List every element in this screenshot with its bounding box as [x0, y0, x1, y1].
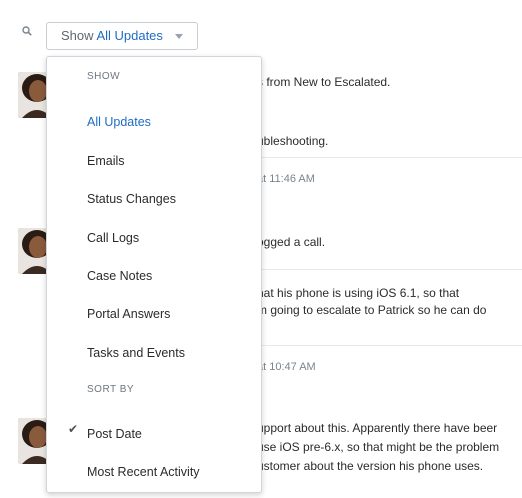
- feed-text: ustomer about the version his phone uses…: [257, 459, 484, 473]
- feed-text: ogged a call.: [257, 235, 326, 249]
- menu-section-header-show: SHOW: [87, 71, 121, 82]
- feed-timestamp: at 11:46 AM: [257, 173, 315, 185]
- search-icon[interactable]: [22, 26, 32, 36]
- show-filter-dropdown-menu: SHOW All Updates Emails Status Changes C…: [46, 56, 262, 493]
- chevron-down-icon: [175, 34, 183, 39]
- filter-prefix: Show: [61, 28, 94, 43]
- feed-text: m going to escalate to Patrick so he can…: [257, 303, 487, 317]
- checkmark-icon: ✔: [68, 422, 79, 436]
- menu-item-case-notes[interactable]: Case Notes: [87, 269, 152, 283]
- feed-text: ubleshooting.: [257, 134, 329, 148]
- feed-timestamp: at 10:47 AM: [257, 361, 316, 373]
- menu-item-all-updates[interactable]: All Updates: [87, 115, 151, 129]
- menu-item-portal-answers[interactable]: Portal Answers: [87, 307, 170, 321]
- feed-text: hat his phone is using iOS 6.1, so that: [257, 286, 460, 300]
- feed-text: upport about this. Apparently there have…: [257, 421, 498, 435]
- feed-text: use iOS pre-6.x, so that might be the pr…: [257, 440, 500, 454]
- show-filter-button[interactable]: Show All Updates: [46, 22, 198, 50]
- feed-filter-bar: Show All Updates: [0, 0, 522, 60]
- menu-item-status-changes[interactable]: Status Changes: [87, 192, 176, 206]
- feed-text: s from New to Escalated.: [257, 75, 391, 89]
- menu-item-emails[interactable]: Emails: [87, 154, 125, 168]
- menu-item-most-recent-activity[interactable]: Most Recent Activity: [87, 465, 200, 479]
- menu-item-tasks-and-events[interactable]: Tasks and Events: [87, 346, 185, 360]
- filter-selected-value: All Updates: [96, 28, 163, 43]
- menu-item-post-date[interactable]: Post Date: [87, 427, 142, 441]
- menu-item-call-logs[interactable]: Call Logs: [87, 231, 139, 245]
- menu-section-header-sort: SORT BY: [87, 384, 135, 395]
